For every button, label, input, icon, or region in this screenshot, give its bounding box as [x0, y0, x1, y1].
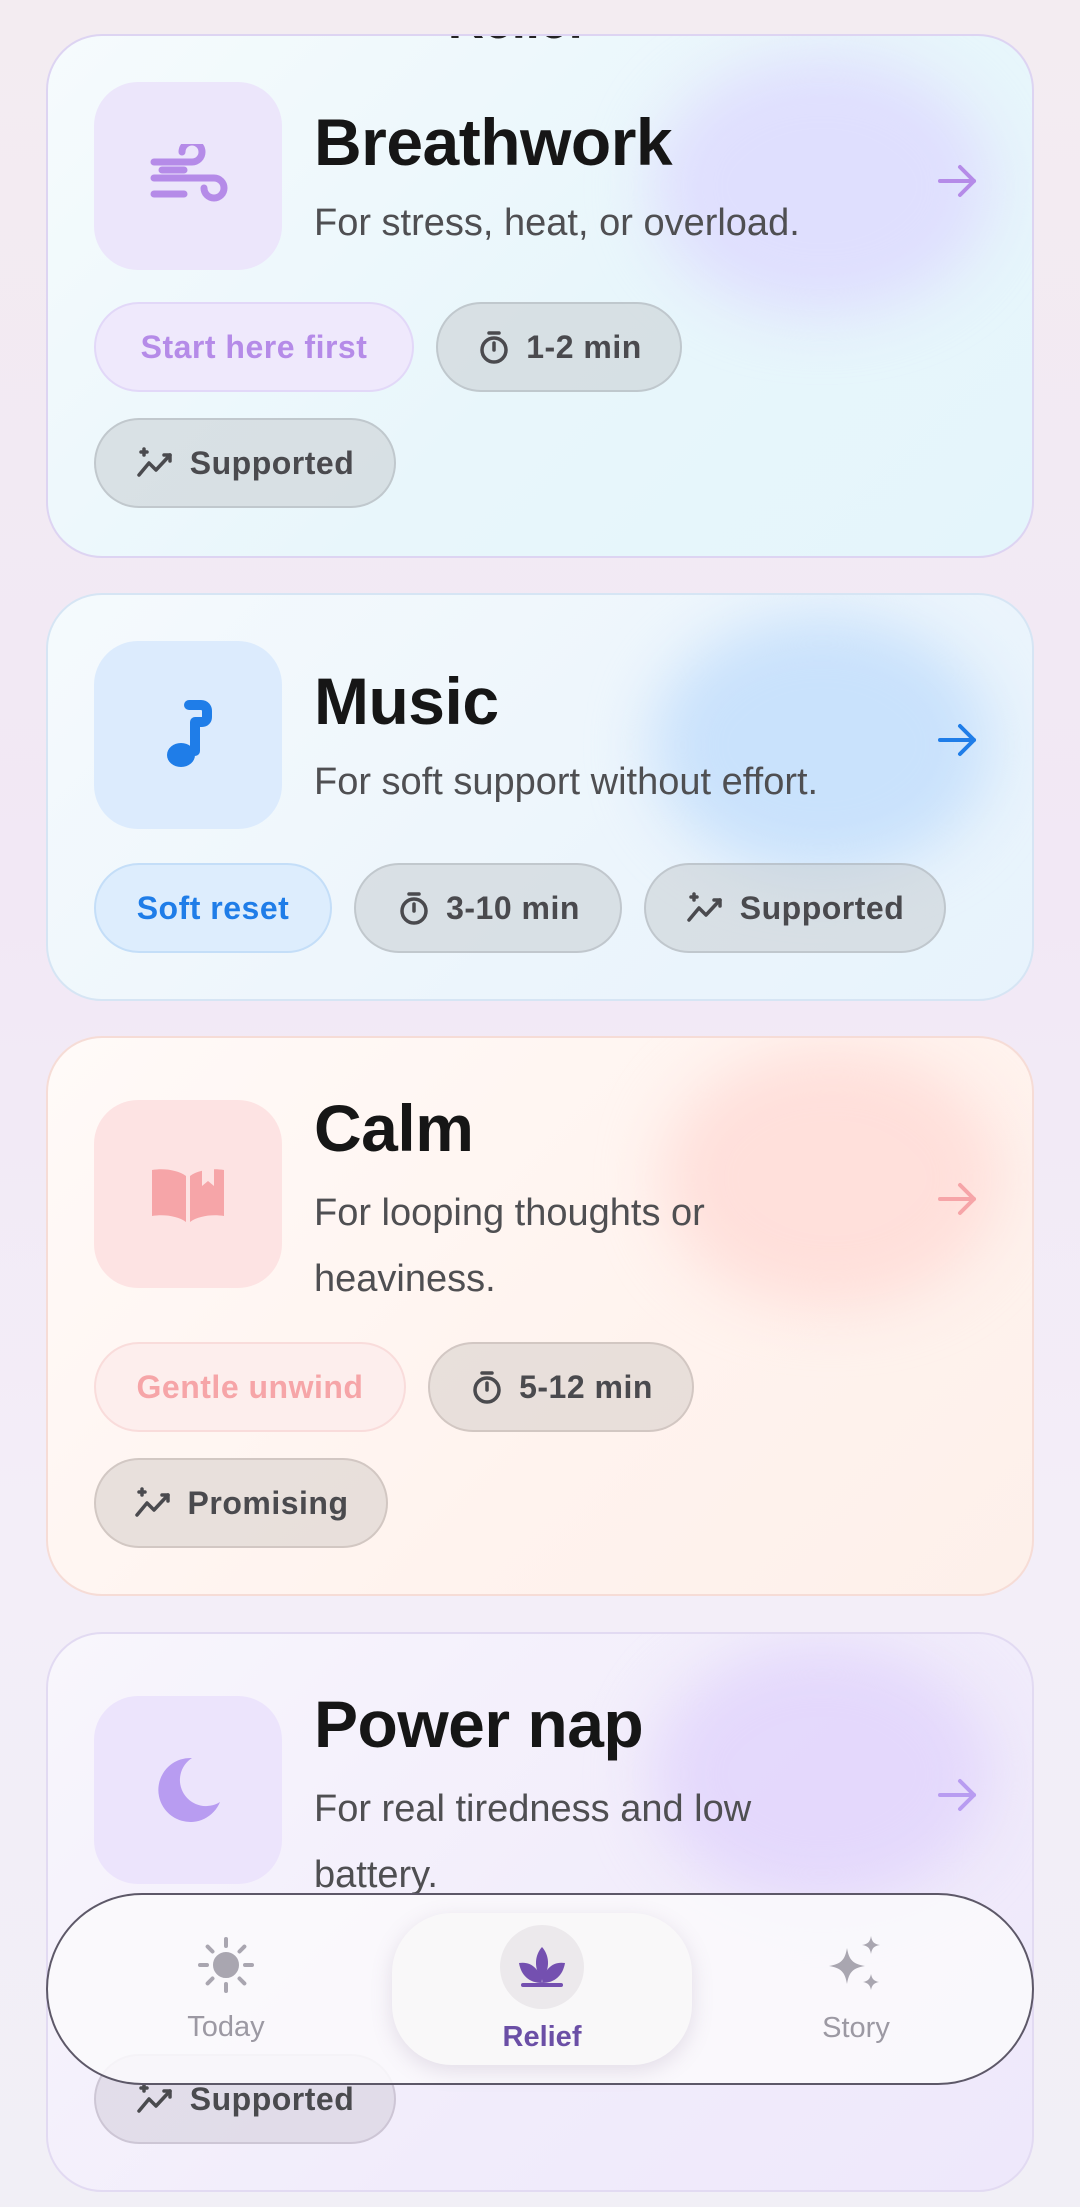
nav-item-story[interactable]: Story [706, 1895, 1006, 2083]
card-title: Breathwork [314, 105, 673, 179]
music-note-icon [167, 700, 212, 767]
duration-label: 5-12 min [519, 1368, 653, 1405]
card-title: Power nap [314, 1687, 644, 1761]
trend-sparkle-icon [134, 1487, 170, 1517]
lotus-icon [519, 1946, 565, 1987]
evidence-chip: Promising [94, 1458, 388, 1548]
trend-sparkle-icon [137, 2083, 172, 2113]
tag-chip: Soft reset [94, 863, 332, 953]
tag-chip-label: Start here first [140, 328, 368, 365]
duration-chip: 3-10 min [354, 863, 622, 953]
nav-label-story: Story [822, 2011, 890, 2044]
section-heading-clipped: Relief [448, 36, 584, 50]
sun-icon [198, 1936, 254, 1993]
arrow-right-icon[interactable] [932, 156, 982, 206]
duration-chip: 5-12 min [428, 1342, 694, 1432]
breathwork-card[interactable]: Relief Breathwork For stress, heat, or o… [46, 34, 1034, 558]
evidence-label: Supported [189, 444, 355, 481]
evidence-chip: Supported [94, 418, 396, 508]
book-icon [152, 1164, 224, 1222]
tag-chip-label: Soft reset [136, 889, 290, 926]
bottom-nav: Today Relief Story [46, 1893, 1034, 2085]
duration-chip: 1-2 min [436, 302, 682, 392]
duration-label: 1-2 min [526, 328, 642, 365]
arrow-right-icon[interactable] [932, 715, 982, 765]
nav-label-today: Today [187, 2010, 265, 2043]
sparkles-icon [829, 1935, 880, 1990]
tag-chip: Start here first [94, 302, 414, 392]
nav-item-relief[interactable]: Relief [392, 1913, 692, 2065]
card-title: Calm [314, 1091, 474, 1165]
tag-chip-label: Gentle unwind [136, 1368, 364, 1405]
card-description: For stress, heat, or overload. [314, 202, 800, 244]
moon-icon [158, 1757, 220, 1822]
nav-label-relief: Relief [502, 2020, 582, 2053]
music-card[interactable]: Music For soft support without effort. S… [46, 593, 1034, 1001]
card-description: For real tiredness and low battery. [314, 1788, 752, 1896]
arrow-right-icon[interactable] [932, 1770, 982, 1820]
card-description: For soft support without effort. [314, 761, 819, 803]
arrow-right-icon[interactable] [932, 1174, 982, 1224]
lotus-icon-circle [500, 1924, 584, 2009]
evidence-chip: Supported [644, 863, 946, 953]
duration-label: 3-10 min [446, 889, 580, 926]
evidence-label: Supported [739, 889, 905, 926]
timer-icon [473, 1371, 501, 1404]
breathwork-icon-tile [94, 82, 282, 270]
power-nap-icon-tile [94, 1696, 282, 1884]
trend-sparkle-icon [687, 892, 722, 922]
tag-chip: Gentle unwind [94, 1342, 406, 1432]
calm-card[interactable]: Calm For looping thoughts or heaviness. … [46, 1036, 1034, 1596]
music-icon-tile [94, 641, 282, 829]
trend-sparkle-icon [137, 447, 172, 477]
card-description: For looping thoughts or heaviness. [314, 1192, 705, 1300]
evidence-label: Supported [189, 2080, 355, 2117]
evidence-label: Promising [187, 1484, 349, 1521]
wind-icon [150, 144, 228, 202]
card-title: Music [314, 664, 499, 738]
timer-icon [480, 331, 508, 364]
nav-item-today[interactable]: Today [76, 1895, 376, 2083]
timer-icon [400, 892, 428, 925]
calm-icon-tile [94, 1100, 282, 1288]
